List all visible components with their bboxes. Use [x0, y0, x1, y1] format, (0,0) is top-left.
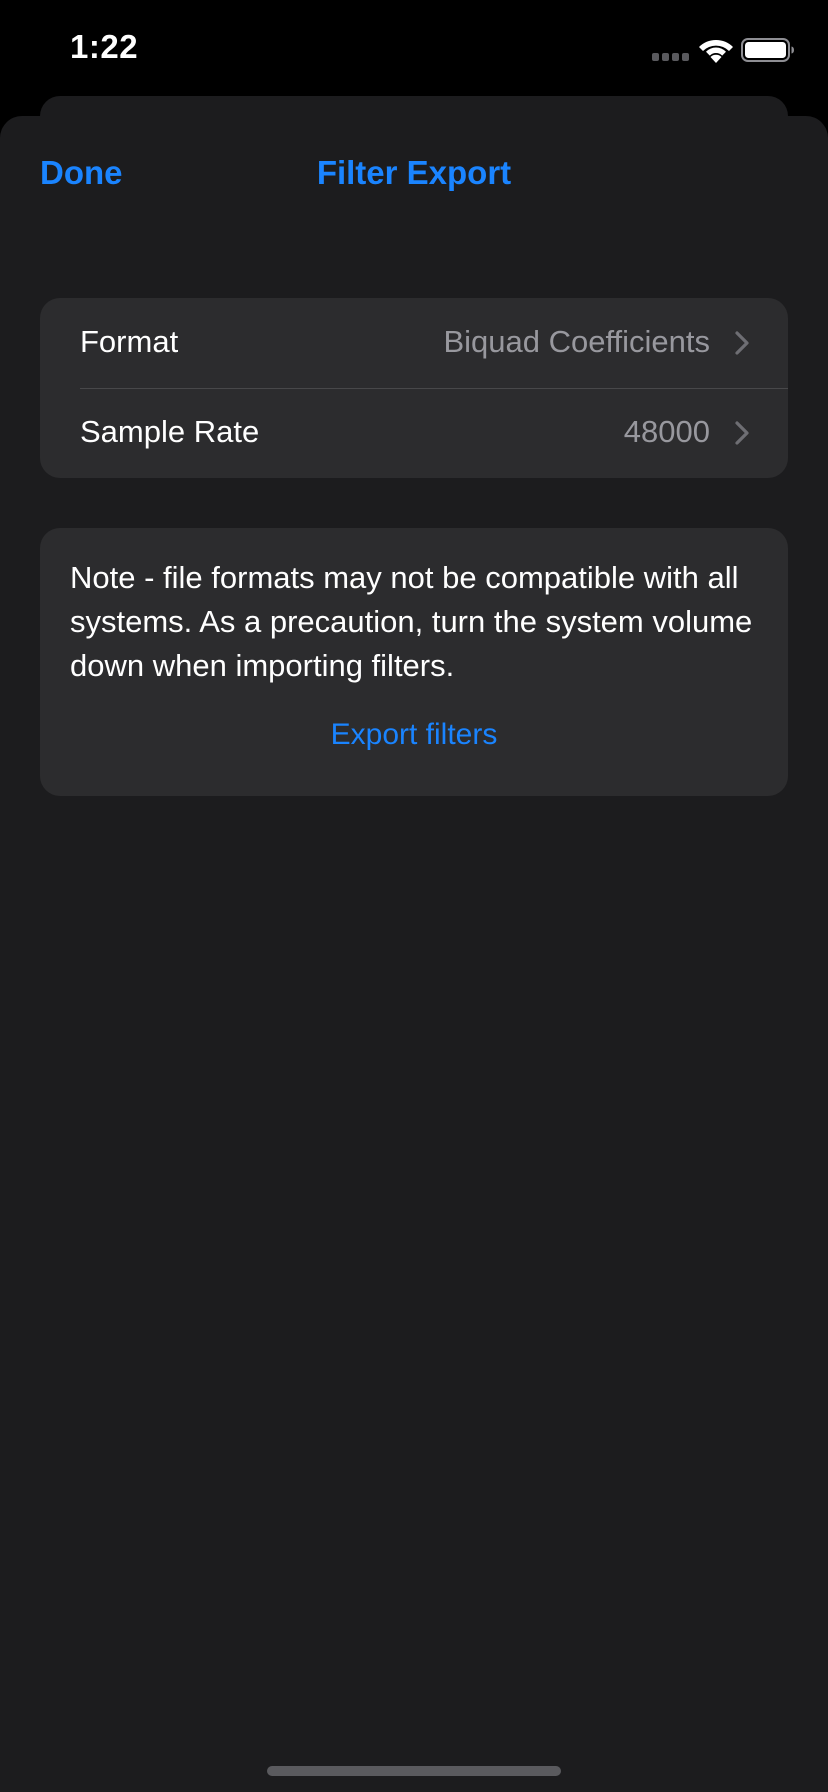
- chevron-right-icon: [735, 421, 749, 445]
- cellular-signal-icon: [652, 53, 690, 61]
- sample-rate-label: Sample Rate: [80, 414, 260, 449]
- status-bar: 1:22: [0, 0, 828, 100]
- format-row[interactable]: Format Biquad Coefficients: [40, 298, 788, 389]
- screen: 1:22 Filter Export Done Format Biquad Co…: [0, 0, 828, 1792]
- export-filters-button[interactable]: Export filters: [40, 718, 788, 752]
- sample-rate-value: 48000: [623, 414, 710, 449]
- wifi-icon: [699, 39, 733, 63]
- sample-rate-row[interactable]: Sample Rate 48000: [40, 388, 788, 478]
- page-title: Filter Export: [316, 154, 512, 191]
- home-indicator[interactable]: [267, 1766, 561, 1776]
- chevron-right-icon: [735, 331, 749, 355]
- done-button[interactable]: Done: [40, 154, 123, 192]
- format-value: Biquad Coefficients: [443, 324, 710, 359]
- format-label: Format: [80, 324, 179, 359]
- filter-export-sheet: Filter Export Done Format Biquad Coeffic…: [0, 116, 828, 1792]
- compatibility-note: Note - file formats may not be compatibl…: [70, 560, 753, 683]
- export-settings-group: Format Biquad Coefficients Sample Rate 4…: [40, 298, 788, 478]
- status-time: 1:22: [70, 28, 139, 65]
- battery-icon: [741, 38, 794, 62]
- note-card: Note - file formats may not be compatibl…: [40, 528, 788, 796]
